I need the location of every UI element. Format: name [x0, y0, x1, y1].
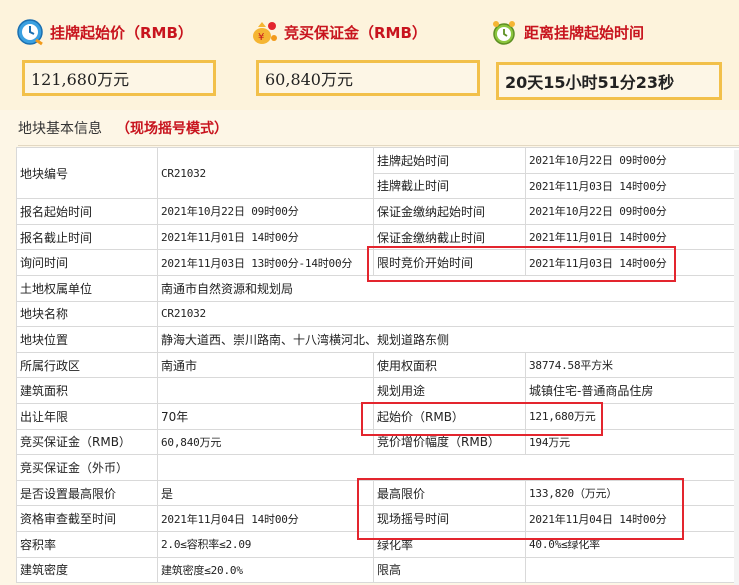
countdown-card: 距离挂牌起始时间 20天15小时51分23秒	[490, 12, 722, 100]
section-mode: （现场摇号模式）	[116, 121, 228, 137]
table-row: 地块名称 CR21032	[16, 300, 739, 328]
table-row: 竞买保证金（外币）	[16, 454, 739, 481]
field-value: 2021年11月03日 14时00分	[525, 172, 739, 200]
field-label: 建筑密度	[16, 556, 158, 584]
field-value: 133,820（万元）	[525, 479, 739, 507]
starting-price-value: 121,680万元	[22, 60, 216, 96]
table-row: 土地权属单位 南通市自然资源和规划局	[16, 274, 739, 302]
field-value: 2.0≤容积率≤2.09	[157, 530, 374, 558]
field-label: 资格审查截至时间	[16, 505, 158, 532]
field-label: 容积率	[16, 530, 158, 558]
section-header: 地块基本信息 （现场摇号模式）	[18, 111, 739, 145]
field-value: 南通市自然资源和规划局	[157, 274, 739, 302]
table-row: 出让年限 70年 起始价（RMB） 121,680万元	[16, 402, 739, 430]
field-label: 起始价（RMB）	[373, 402, 526, 430]
field-value: 是	[157, 479, 374, 507]
field-value: 2021年11月04日 14时00分	[157, 505, 374, 532]
field-label: 挂牌截止时间	[373, 172, 526, 200]
field-label: 限时竞价开始时间	[373, 249, 526, 276]
deposit-value: 60,840万元	[256, 60, 480, 96]
field-label: 竞价增价幅度（RMB）	[373, 428, 526, 456]
field-value: 城镇住宅-普通商品住房	[525, 377, 739, 404]
field-value: 静海大道西、崇川路南、十八湾横河北、规划道路东侧	[157, 326, 739, 353]
field-label: 地块位置	[16, 326, 158, 353]
parcel-info-table: 地块编号 CR21032 挂牌起始时间 2021年10月22日 09时00分 挂…	[16, 146, 739, 584]
field-label: 竞买保证金（RMB）	[16, 428, 158, 456]
field-value: 2021年11月03日 14时00分	[525, 249, 739, 276]
summary-bar: 挂牌起始价（RMB） 121,680万元 ¥ 竞买保证金（RMB） 60,840…	[0, 0, 739, 110]
field-value: 38774.58平方米	[525, 351, 739, 379]
deposit-title: 竞买保证金（RMB）	[284, 23, 427, 42]
table-row: 地块位置 静海大道西、崇川路南、十八湾横河北、规划道路东侧	[16, 326, 739, 353]
alarm-clock-icon	[493, 21, 515, 45]
field-label: 最高限价	[373, 479, 526, 507]
table-row: 建筑密度 建筑密度≤20.0% 限高	[16, 556, 739, 584]
field-label: 使用权面积	[373, 351, 526, 379]
table-row: 询问时间 2021年11月03日 13时00分-14时00分 限时竞价开始时间 …	[16, 249, 739, 276]
clock-icon	[17, 19, 43, 46]
countdown-title: 距离挂牌起始时间	[524, 23, 645, 42]
field-value: 194万元	[525, 428, 739, 456]
field-label: 出让年限	[16, 402, 158, 430]
field-label: 竞买保证金（外币）	[16, 454, 158, 481]
field-label: 报名起始时间	[16, 198, 158, 225]
field-label: 规划用途	[373, 377, 526, 404]
table-row: 资格审查截至时间 2021年11月04日 14时00分 现场摇号时间 2021年…	[16, 505, 739, 532]
field-value: 南通市	[157, 351, 374, 379]
field-value	[157, 377, 374, 404]
field-value: 2021年11月04日 14时00分	[525, 505, 739, 532]
field-value: 60,840万元	[157, 428, 374, 456]
field-value: 建筑密度≤20.0%	[157, 556, 374, 584]
table-row: 地块编号 CR21032 挂牌起始时间 2021年10月22日 09时00分	[16, 146, 739, 200]
field-label: 土地权属单位	[16, 274, 158, 302]
table-row: 所属行政区 南通市 使用权面积 38774.58平方米	[16, 351, 739, 379]
field-label: 现场摇号时间	[373, 505, 526, 532]
field-label: 限高	[373, 556, 526, 584]
field-value: 2021年11月01日 14时00分	[157, 223, 374, 251]
table-row: 竞买保证金（RMB） 60,840万元 竞价增价幅度（RMB） 194万元	[16, 428, 739, 456]
field-label: 挂牌起始时间	[373, 147, 526, 174]
starting-price-card: 挂牌起始价（RMB） 121,680万元	[16, 12, 216, 96]
scrollbar[interactable]	[734, 150, 739, 585]
table-row: 报名截止时间 2021年11月01日 14时00分 保证金缴纳截止时间 2021…	[16, 223, 739, 251]
field-label: 是否设置最高限价	[16, 479, 158, 507]
field-value: 2021年10月22日 09时00分	[157, 198, 374, 225]
countdown-value: 20天15小时51分23秒	[496, 62, 722, 100]
svg-text:¥: ¥	[258, 32, 264, 43]
field-value: 2021年11月03日 13时00分-14时00分	[157, 249, 374, 276]
field-label: 保证金缴纳截止时间	[373, 223, 526, 251]
field-label: 地块编号	[16, 146, 158, 200]
field-label: 地块名称	[16, 300, 158, 328]
field-value: CR21032	[157, 300, 739, 328]
field-value: 2021年11月01日 14时00分	[525, 223, 739, 251]
field-value: 121,680万元	[525, 402, 739, 430]
field-label: 报名截止时间	[16, 223, 158, 251]
field-value	[525, 556, 739, 584]
table-row: 是否设置最高限价 是 最高限价 133,820（万元）	[16, 479, 739, 507]
field-label: 所属行政区	[16, 351, 158, 379]
field-label: 保证金缴纳起始时间	[373, 198, 526, 225]
field-value: 2021年10月22日 09时00分	[525, 198, 739, 225]
field-label: 绿化率	[373, 530, 526, 558]
table-row: 建筑面积 规划用途 城镇住宅-普通商品住房	[16, 377, 739, 404]
section-title: 地块基本信息	[18, 121, 102, 137]
table-row: 容积率 2.0≤容积率≤2.09 绿化率 40.0%≤绿化率	[16, 530, 739, 558]
starting-price-title: 挂牌起始价（RMB）	[50, 23, 193, 42]
deposit-card: ¥ 竞买保证金（RMB） 60,840万元	[250, 12, 480, 96]
table-row: 报名起始时间 2021年10月22日 09时00分 保证金缴纳起始时间 2021…	[16, 198, 739, 225]
field-value: 70年	[157, 402, 374, 430]
field-value: CR21032	[157, 146, 374, 200]
field-label: 询问时间	[16, 249, 158, 276]
field-value: 40.0%≤绿化率	[525, 530, 739, 558]
field-value	[157, 454, 739, 481]
money-bag-icon: ¥	[253, 22, 277, 44]
field-value: 2021年10月22日 09时00分	[525, 147, 739, 174]
field-label: 建筑面积	[16, 377, 158, 404]
divider	[18, 145, 739, 146]
